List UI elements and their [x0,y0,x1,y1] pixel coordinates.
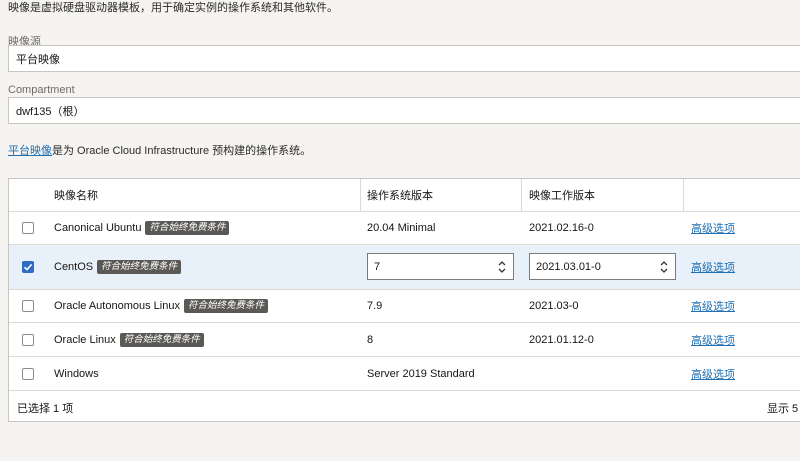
always-free-badge: 符合始终免费条件 [97,260,182,274]
row-checkbox[interactable] [22,222,34,234]
os-version: 20.04 Minimal [367,222,436,234]
select-chevron-icon [660,261,668,273]
os-version: 8 [367,333,374,346]
advanced-options-link[interactable]: 高级选项 [691,298,735,314]
platform-image-description: 是为 Oracle Cloud Infrastructure 预构建的操作系统。 [52,145,312,157]
select-chevron-icon [498,261,506,273]
row-checkbox[interactable] [22,300,34,312]
table-header-row: 映像名称 操作系统版本 映像工作版本 [9,179,800,212]
image-source-value: 平台映像 [16,53,60,66]
always-free-badge: 符合始终免费条件 [183,299,268,313]
row-checkbox[interactable] [22,367,34,380]
check-icon [23,263,33,271]
selected-count: 已选择 1 项 [17,403,74,415]
os-version: Server 2019 Standard [367,367,475,380]
build-version: 2021.01.12-0 [529,333,594,346]
advanced-options-link[interactable]: 高级选项 [691,366,735,382]
image-name: CentOS [54,261,94,273]
row-checkbox[interactable] [22,333,34,346]
compartment-field[interactable]: dwf135（根） [8,97,800,124]
platform-image-info: 平台映像是为 Oracle Cloud Infrastructure 预构建的操… [8,142,311,158]
image-name: Canonical Ubuntu [54,222,142,234]
showing-count: 显示 5 项 [767,403,800,415]
image-table: 映像名称 操作系统版本 映像工作版本 Canonical Ubuntu 符合始终… [8,178,800,422]
build-version-select[interactable]: 2021.03.01-0 [529,253,676,280]
build-version: 2021.03-0 [529,300,579,312]
always-free-badge: 符合始终免费条件 [119,332,204,347]
row-checkbox[interactable] [22,261,34,273]
os-version-selected: 7 [374,260,381,273]
advanced-options-link[interactable]: 高级选项 [691,332,735,348]
header-image-name[interactable]: 映像名称 [54,179,98,211]
advanced-options-link[interactable]: 高级选项 [691,259,735,275]
image-source-field[interactable]: 平台映像 [8,45,800,72]
table-row[interactable]: Oracle Linux 符合始终免费条件 8 2021.01.12-0 高级选… [9,323,800,357]
os-version: 7.9 [367,300,383,312]
image-name: Oracle Autonomous Linux [54,300,180,312]
build-version-selected: 2021.03.01-0 [536,260,601,273]
always-free-badge: 符合始终免费条件 [145,221,230,235]
compartment-label: Compartment [8,84,75,96]
build-version: 2021.02.16-0 [529,222,594,234]
table-row[interactable]: Canonical Ubuntu 符合始终免费条件 20.04 Minimal … [9,212,800,245]
table-row[interactable]: CentOS 符合始终免费条件 7 2021.03.01-0 高级选项 [9,245,800,290]
os-version-select[interactable]: 7 [367,253,514,280]
table-row[interactable]: Windows Server 2019 Standard 高级选项 [9,357,800,391]
compartment-value: dwf135（根） [16,105,85,118]
platform-image-link[interactable]: 平台映像 [8,145,52,157]
table-row[interactable]: Oracle Autonomous Linux 符合始终免费条件 7.9 202… [9,290,800,323]
header-build-version[interactable]: 映像工作版本 [529,179,595,211]
image-name: Windows [54,367,99,380]
header-os-version[interactable]: 操作系统版本 [367,179,433,211]
advanced-options-link[interactable]: 高级选项 [691,220,735,236]
image-name: Oracle Linux [54,333,116,346]
intro-text: 映像是虚拟硬盘驱动器模板，用于确定实例的操作系统和其他软件。 [8,2,338,14]
